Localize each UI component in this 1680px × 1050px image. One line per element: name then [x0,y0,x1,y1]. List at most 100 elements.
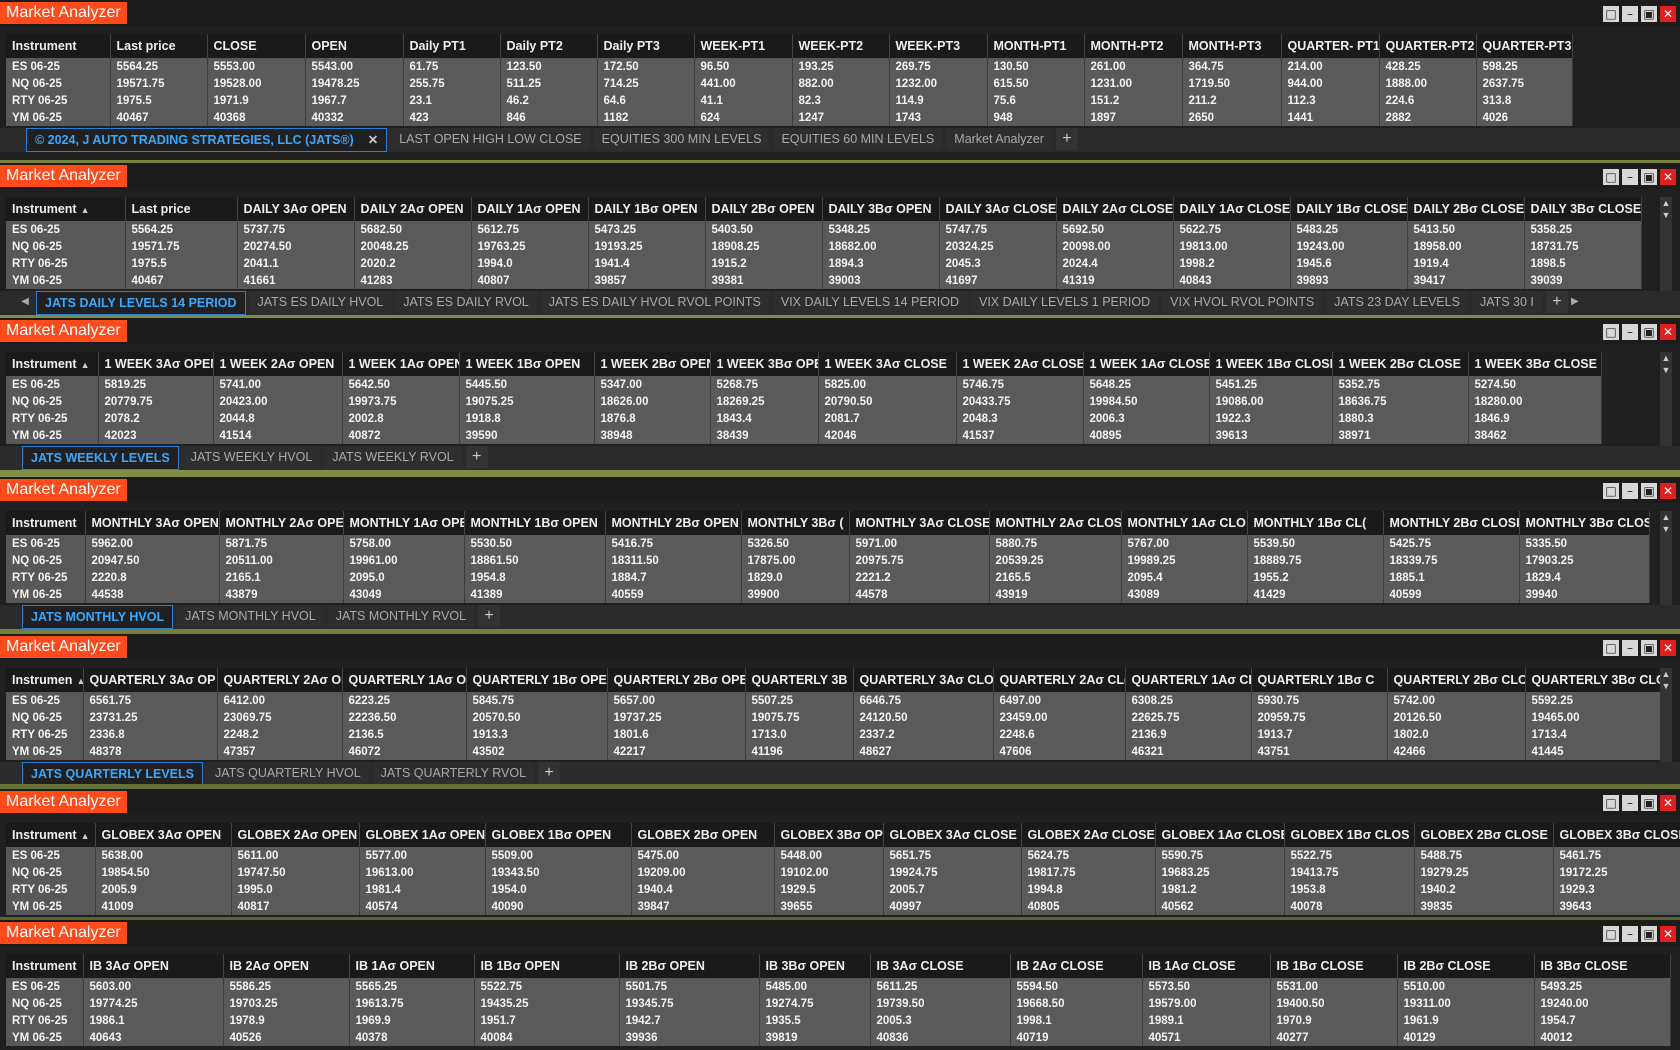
column-header[interactable]: IB 3Bσ CLOSE [1534,954,1671,978]
column-header[interactable]: QUARTERLY 2Aσ CL( [993,668,1126,692]
restore-icon[interactable]: □ [1603,169,1619,185]
table-row[interactable]: RTY 06-25 1975.5 2041.1 2020.2 1994.0 1941.4 1… [6,255,1642,272]
column-header[interactable]: DAILY 3Bσ OPEN [822,197,940,221]
table-row[interactable]: RTY 06-25 2220.8 2165.1 2095.0 1954.8 1884.7 1… [6,569,1650,586]
restore-icon[interactable]: □ [1603,483,1619,499]
tab[interactable]: LAST OPEN HIGH LOW CLOSE [391,128,590,150]
column-header[interactable]: QUARTERLY 2Bσ CLC [1387,668,1526,692]
column-header[interactable]: QUARTER-PT3 [1476,34,1573,58]
column-header[interactable]: GLOBEX 3Bσ CLOSE [1553,823,1680,847]
tab[interactable]: JATS MONTHLY RVOL [327,605,475,627]
restore-icon[interactable]: □ [1603,795,1619,811]
minimize-icon[interactable]: – [1622,169,1638,185]
scroll-down-icon[interactable]: ▼ [1660,680,1672,692]
scroll-up-icon[interactable]: ▲ [1660,511,1672,523]
column-header[interactable]: MONTH-PT2 [1084,34,1183,58]
sort-asc-icon[interactable]: ▲ [81,831,90,841]
restore-icon[interactable]: □ [1603,640,1619,656]
tab[interactable]: JATS WEEKLY HVOL [182,446,321,468]
maximize-icon[interactable]: ▣ [1641,795,1657,811]
column-header[interactable]: MONTHLY 3Aσ CLOSE [849,511,990,535]
restore-icon[interactable]: □ [1603,324,1619,340]
tab[interactable]: © 2024, J AUTO TRADING STRATEGIES, LLC (… [26,128,388,152]
table-row[interactable]: ES 06-25 5603.00 5586.25 5565.25 5522.75 5501… [6,978,1671,995]
column-header[interactable]: IB 3Aσ CLOSE [870,954,1011,978]
tab[interactable]: JATS QUARTERLY LEVELS [22,762,203,784]
column-header[interactable]: DAILY 2Aσ OPEN [354,197,472,221]
column-header[interactable]: Instrumen ▲ [6,668,84,692]
column-header[interactable]: 1 WEEK 2Bσ CLOSE [1332,352,1469,376]
column-header[interactable]: QUARTERLY 3Bσ CLC [1525,668,1664,692]
maximize-icon[interactable]: ▣ [1641,169,1657,185]
vertical-scrollbar[interactable]: ▲ ▼ [1660,511,1672,607]
scroll-up-icon[interactable]: ▲ [1660,668,1672,680]
table-row[interactable]: NQ 06-25 19854.50 19747.50 19613.00 19343.50… [6,864,1680,881]
close-icon[interactable]: ✕ [1660,169,1676,185]
column-header[interactable]: Instrument [6,511,86,535]
scroll-down-icon[interactable]: ▼ [1660,209,1672,221]
column-header[interactable]: MONTHLY 2Bσ OPEN [605,511,742,535]
close-icon[interactable]: ✕ [1660,483,1676,499]
tab[interactable]: JATS DAILY LEVELS 14 PERIOD [36,291,246,315]
column-header[interactable]: QUARTERLY 1Bσ C [1251,668,1388,692]
table-row[interactable]: YM 06-25 48378 47357 46072 43502 42217 41196 48… [6,743,1664,760]
table-row[interactable]: ES 06-25 5819.25 5741.00 5642.50 5445.50 5347… [6,376,1602,393]
column-header[interactable]: WEEK-PT2 [792,34,890,58]
tab[interactable]: JATS MONTHLY HVOL [177,605,324,627]
column-header[interactable]: DAILY 3Aσ OPEN [237,197,355,221]
table-row[interactable]: RTY 06-25 2005.9 1995.0 1981.4 1954.0 1940.4 1… [6,881,1680,898]
column-header[interactable]: GLOBEX 1Bσ CLOS [1284,823,1415,847]
sort-asc-icon[interactable]: ▲ [76,676,82,686]
maximize-icon[interactable]: ▣ [1641,483,1657,499]
column-header[interactable]: IB 2Aσ CLOSE [1010,954,1143,978]
column-header[interactable]: MONTH-PT3 [1182,34,1282,58]
column-header[interactable]: 1 WEEK 1Aσ CLOSE [1083,352,1210,376]
column-header[interactable]: GLOBEX 2Aσ CLOSE [1021,823,1156,847]
column-header[interactable]: 1 WEEK 1Bσ CLOSE [1209,352,1333,376]
column-header[interactable]: GLOBEX 3Bσ OP [774,823,884,847]
sort-asc-icon[interactable]: ▲ [81,205,90,215]
column-header[interactable]: IB 2Bσ OPEN [619,954,760,978]
column-header[interactable]: GLOBEX 1Aσ CLOSE [1155,823,1285,847]
column-header[interactable]: DAILY 2Aσ CLOSE [1056,197,1174,221]
column-header[interactable]: QUARTERLY 2Aσ OI [217,668,343,692]
maximize-icon[interactable]: ▣ [1641,926,1657,942]
table-row[interactable]: RTY 06-25 1975.5 1971.9 1967.7 23.1 46.2 64.6 4… [6,92,1573,109]
column-header[interactable]: Daily PT1 [403,34,501,58]
minimize-icon[interactable]: – [1622,795,1638,811]
restore-icon[interactable]: □ [1603,6,1619,22]
column-header[interactable]: QUARTERLY 3Aσ OP [83,668,218,692]
column-header[interactable]: QUARTER-PT2 [1379,34,1477,58]
minimize-icon[interactable]: – [1622,483,1638,499]
table-row[interactable]: NQ 06-25 19571.75 20274.50 20048.25 19763.25… [6,238,1642,255]
column-header[interactable]: DAILY 1Aσ OPEN [471,197,589,221]
column-header[interactable]: QUARTERLY 1Aσ CL [1125,668,1252,692]
column-header[interactable]: IB 1Bσ OPEN [474,954,620,978]
column-header[interactable]: IB 1Aσ OPEN [349,954,475,978]
column-header[interactable]: DAILY 2Bσ OPEN [705,197,823,221]
column-header[interactable]: IB 1Bσ CLOSE [1270,954,1398,978]
tab[interactable]: Market Analyzer [946,128,1052,150]
tab[interactable]: JATS QUARTERLY RVOL [372,762,535,784]
column-header[interactable]: MONTHLY 3Bσ ( [741,511,850,535]
column-header[interactable]: QUARTERLY 1Aσ OI [342,668,467,692]
table-row[interactable]: YM 06-25 40467 40368 40332 423 846 1182 624 1247… [6,109,1573,126]
column-header[interactable]: MONTHLY 2Bσ CLOSI [1383,511,1520,535]
column-header[interactable]: GLOBEX 3Aσ CLOSE [883,823,1022,847]
scroll-down-icon[interactable]: ▼ [1660,523,1672,535]
table-row[interactable]: YM 06-25 42023 41514 40872 39590 38948 38439 42… [6,427,1602,444]
column-header[interactable]: 1 WEEK 3Bσ CLOSE [1468,352,1602,376]
column-header[interactable]: Daily PT3 [597,34,695,58]
maximize-icon[interactable]: ▣ [1641,324,1657,340]
tab[interactable]: JATS MONTHLY HVOL [22,605,174,629]
add-tab-icon[interactable]: + [1055,128,1078,150]
tab[interactable]: JATS QUARTERLY HVOL [207,762,369,784]
column-header[interactable]: QUARTERLY 3Aσ CLO [853,668,994,692]
column-header[interactable]: WEEK-PT3 [889,34,988,58]
column-header[interactable]: GLOBEX 2Bσ CLOSE [1414,823,1554,847]
column-header[interactable]: 1 WEEK 3Aσ CLOSE [818,352,957,376]
tab[interactable]: VIX HVOL RVOL POINTS [1162,291,1323,313]
vertical-scrollbar[interactable]: ▲ ▼ [1660,352,1672,448]
column-header[interactable]: Instrument ▲ [6,823,96,847]
column-header[interactable]: 1 WEEK 2Aσ CLOSE [956,352,1084,376]
